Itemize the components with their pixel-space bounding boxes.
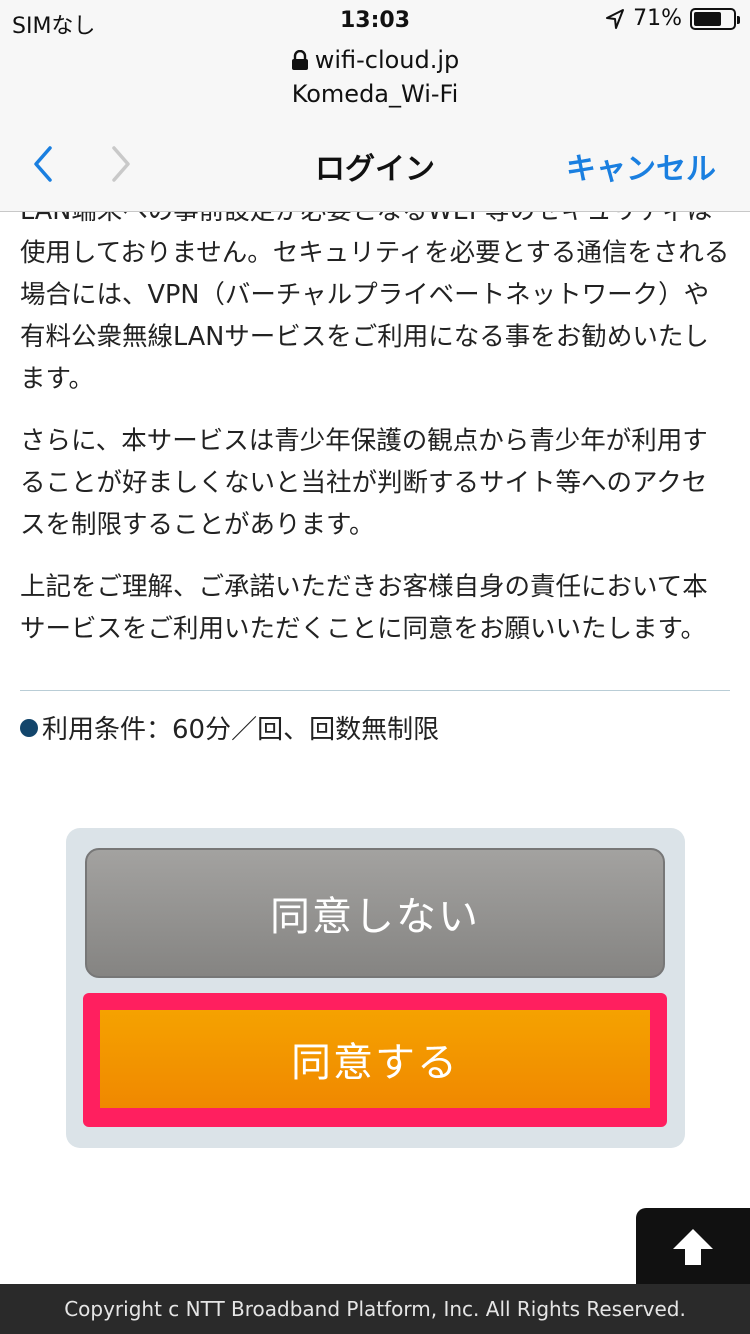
lock-icon xyxy=(291,50,308,70)
battery-level xyxy=(694,11,721,26)
agree-highlight-frame: 同意する xyxy=(83,993,667,1127)
divider xyxy=(20,690,730,691)
usage-condition-text: 利用条件：60分／回、回数無制限 xyxy=(42,715,440,745)
url-domain: wifi-cloud.jp xyxy=(314,46,460,74)
battery-icon xyxy=(690,7,740,30)
footer-copyright: Copyright c NTT Broadband Platform, Inc.… xyxy=(0,1284,750,1334)
usage-condition: 利用条件：60分／回、回数無制限 xyxy=(20,709,750,746)
agree-button[interactable]: 同意する xyxy=(100,1010,650,1108)
arrow-up-icon xyxy=(673,1229,713,1265)
cancel-button[interactable]: キャンセル xyxy=(566,144,716,188)
terms-paragraph: 上記をご理解、ご承諾いただきお客様自身の責任において本サービスをご利用いただくこ… xyxy=(20,572,708,644)
ssid-label: Komeda_Wi-Fi xyxy=(291,80,459,108)
consent-button-panel: 同意しない 同意する xyxy=(66,828,685,1148)
url-line: wifi-cloud.jp xyxy=(0,46,750,74)
disagree-button[interactable]: 同意しない xyxy=(85,848,665,978)
status-bar: SIMなし 13:03 71% xyxy=(0,0,750,40)
nav-bar: ログイン キャンセル xyxy=(0,114,750,212)
terms-paragraph: LAN端末への事前設定が必要となるWEP等のセキュリティは使用しておりません。セ… xyxy=(20,212,730,394)
scroll-to-top-button[interactable] xyxy=(636,1208,750,1284)
bullet-dot-icon xyxy=(20,718,38,737)
location-arrow-icon xyxy=(606,8,625,29)
status-right: 71% xyxy=(605,6,740,31)
terms-paragraph: さらに、本サービスは青少年保護の観点から青少年が利用することが好ましくないと当社… xyxy=(20,426,708,540)
url-area[interactable]: wifi-cloud.jp Komeda_Wi-Fi xyxy=(0,40,750,114)
battery-percent: 71% xyxy=(633,6,682,31)
terms-content[interactable]: LAN端末への事前設定が必要となるWEP等のセキュリティは使用しておりません。セ… xyxy=(0,212,750,1284)
